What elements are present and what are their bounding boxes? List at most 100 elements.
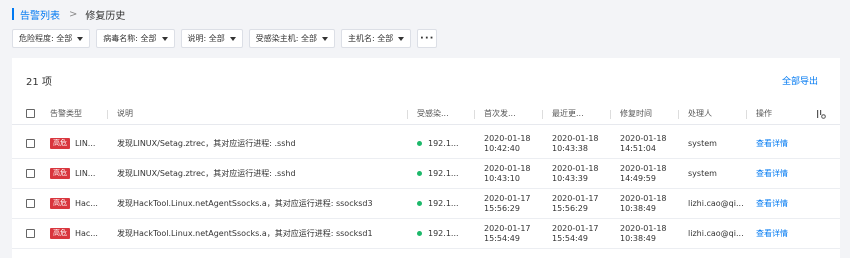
row-checkbox[interactable] [26,139,35,148]
severity-badge: 高危 [50,198,70,209]
first-found-time: 10:42:40 [484,143,520,153]
chevron-down-icon [229,36,236,41]
severity-badge: 高危 [50,138,70,149]
page-title: 修复历史 [85,10,126,22]
table-row[interactable]: 高危 LIN... 发现LINUX/Setag.ztrec，其对应运行进程: .s… [12,129,840,159]
table-row[interactable]: 高危 Hac... 发现HackTool.Linux.netAgentSsocks… [12,189,840,219]
header-infected-host[interactable]: 受感染... [417,103,449,124]
severity-badge: 高危 [50,168,70,179]
filter-virus-name-label: 病毒名称: 全部 [103,34,157,43]
filter-virus-name-dropdown[interactable]: 病毒名称: 全部 [96,29,175,48]
row-checkbox[interactable] [26,199,35,208]
handler-cell: system [688,139,717,148]
column-divider [407,110,408,119]
history-table-panel: 21 项 全部导出 告警类型 说明 受感染... 首次发... 最近更... 修… [12,58,840,258]
last-updated-cell: 2020-01-17 15:54:49 [552,219,599,248]
last-updated-time: 15:54:49 [552,233,588,243]
last-updated-date: 2020-01-18 [552,163,599,173]
column-divider [542,110,543,119]
table-row[interactable]: 高危 LIN... 发现LINUX/Setag.ztrec，其对应运行进程: .s… [12,159,840,189]
header-action: 操作 [756,109,772,118]
last-updated-cell: 2020-01-17 15:56:29 [552,189,599,218]
first-found-date: 2020-01-18 [484,133,531,143]
fixed-time-cell: 2020-01-18 14:49:59 [620,159,667,188]
filter-severity-dropdown[interactable]: 危险程度: 全部 [12,29,91,48]
more-filters-button[interactable]: ··· [417,29,438,48]
infected-host-cell: 192.1... [417,219,459,248]
header-fixed-time[interactable]: 修复时间 [620,103,652,124]
column-settings-button[interactable] [816,103,826,124]
fixed-time: 10:38:49 [620,203,656,213]
row-select-cell [26,219,35,248]
first-found-date: 2020-01-17 [484,223,531,233]
infected-host-cell: 192.1... [417,129,459,158]
table-row[interactable]: 高危 Hac... 发现HackTool.Linux.netAgentSsocks… [12,219,840,249]
first-found-cell: 2020-01-17 15:54:49 [484,219,531,248]
last-updated-cell: 2020-01-18 10:43:39 [552,159,599,188]
filter-hostname-label: 主机名: 全部 [348,34,394,43]
header-description[interactable]: 说明 [117,103,133,124]
row-checkbox[interactable] [26,229,35,238]
header-last-updated[interactable]: 最近更... [552,103,584,124]
filter-description-label: 说明: 全部 [187,34,225,43]
filter-hostname-dropdown[interactable]: 主机名: 全部 [341,29,412,48]
view-details-link[interactable]: 查看详情 [756,159,788,188]
status-dot-icon [417,141,422,146]
alert-type-cell: 高危 LIN... [50,129,95,158]
header-first-found[interactable]: 首次发... [484,103,516,124]
filter-bar: 危险程度: 全部 病毒名称: 全部 说明: 全部 受感染主机: 全部 主机名: … [12,29,438,48]
column-divider [610,110,611,119]
export-all-button[interactable]: 全部导出 [782,74,818,87]
row-select-cell [26,159,35,188]
last-updated-time: 10:43:39 [552,173,588,183]
breadcrumb: 告警列表 > 修复历史 [12,7,126,22]
description-cell: 发现HackTool.Linux.netAgentSsocks.a，其对应运行进… [117,229,373,238]
host-text: 192.1... [428,169,459,178]
view-details-link[interactable]: 查看详情 [756,189,788,218]
fixed-time: 14:51:04 [620,143,656,153]
infected-host-cell: 192.1... [417,159,459,188]
handler-cell: lizhi.cao@qi... [688,199,744,208]
alert-type-text: LIN... [75,139,96,148]
chevron-down-icon [77,36,84,41]
breadcrumb-link-alert-list[interactable]: 告警列表 [20,7,60,22]
alert-type-text: Hac... [75,229,98,238]
description-cell: 发现HackTool.Linux.netAgentSsocks.a，其对应运行进… [117,199,373,208]
chevron-down-icon [161,36,168,41]
row-checkbox[interactable] [26,169,35,178]
filter-severity-label: 危险程度: 全部 [19,34,73,43]
status-dot-icon [417,201,422,206]
last-updated-cell: 2020-01-18 10:43:38 [552,129,599,158]
filter-infected-host-label: 受感染主机: 全部 [255,34,317,43]
last-updated-date: 2020-01-17 [552,223,599,233]
header-alert-type[interactable]: 告警类型 [50,103,82,124]
first-found-cell: 2020-01-18 10:42:40 [484,129,531,158]
first-found-time: 15:54:49 [484,233,520,243]
table-header: 告警类型 说明 受感染... 首次发... 最近更... 修复时间 处理人 操作 [12,103,840,125]
select-all-checkbox[interactable] [26,109,35,118]
fixed-date: 2020-01-18 [620,223,667,233]
column-divider [474,110,475,119]
filter-description-dropdown[interactable]: 说明: 全部 [180,29,243,48]
handler-cell: lizhi.cao@qi... [688,229,744,238]
header-handler[interactable]: 处理人 [688,103,712,124]
status-dot-icon [417,171,422,176]
host-text: 192.1... [428,199,459,208]
status-dot-icon [417,231,422,236]
alert-type-text: Hac... [75,199,98,208]
breadcrumb-separator: > [69,8,78,20]
fixed-date: 2020-01-18 [620,163,667,173]
row-select-cell [26,129,35,158]
filter-infected-host-dropdown[interactable]: 受感染主机: 全部 [248,29,335,48]
fixed-date: 2020-01-18 [620,193,667,203]
last-updated-date: 2020-01-17 [552,193,599,203]
description-cell: 发现LINUX/Setag.ztrec，其对应运行进程: .sshd [117,139,296,148]
first-found-cell: 2020-01-17 15:56:29 [484,189,531,218]
first-found-time: 10:43:10 [484,173,520,183]
view-details-link[interactable]: 查看详情 [756,219,788,248]
host-text: 192.1... [428,229,459,238]
view-details-link[interactable]: 查看详情 [756,129,788,158]
first-found-date: 2020-01-18 [484,163,531,173]
fixed-time: 10:38:49 [620,233,656,243]
alert-type-cell: 高危 LIN... [50,159,95,188]
